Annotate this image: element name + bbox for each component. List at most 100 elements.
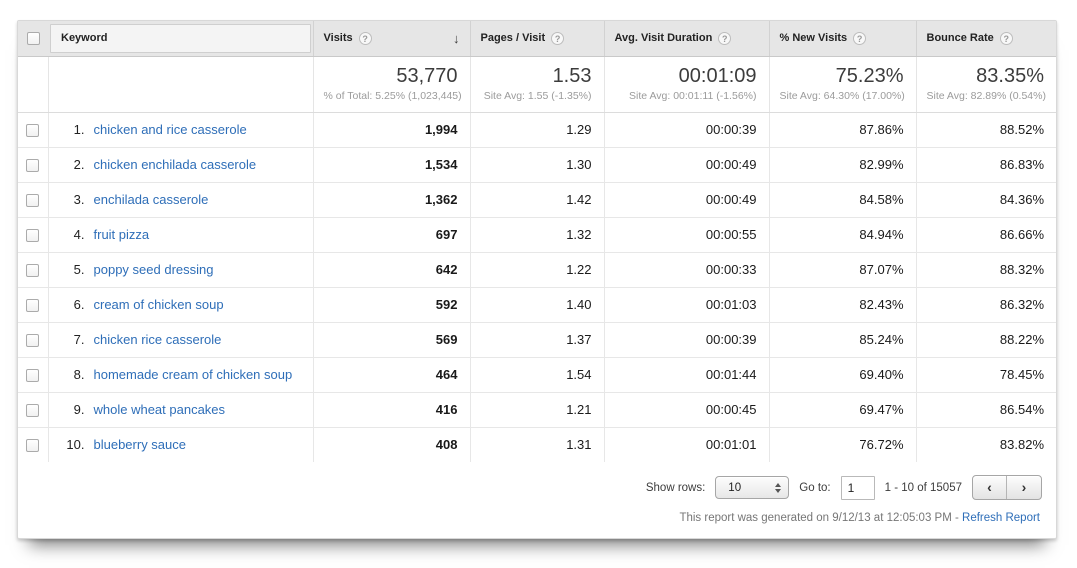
summary-bounce-subtext: Site Avg: 82.89% (0.54%) [927, 90, 1045, 102]
row-checkbox[interactable] [26, 124, 39, 137]
summary-pages-cell: 1.53 Site Avg: 1.55 (-1.35%) [470, 56, 604, 112]
bounce-rate-cell: 83.82% [916, 427, 1056, 462]
generated-text: This report was generated on 9/12/13 at … [679, 512, 962, 524]
keyword-link[interactable]: fruit pizza [94, 227, 150, 242]
keywords-report-panel: Keyword Visits ? ↓ Pages / Visit ? [17, 20, 1057, 539]
visits-cell: 408 [313, 427, 470, 462]
summary-bounce-cell: 83.35% Site Avg: 82.89% (0.54%) [916, 56, 1056, 112]
pagination-bar: Show rows: 10 Go to: 1 - 10 of 15057 ‹ › [18, 462, 1056, 504]
refresh-report-link[interactable]: Refresh Report [962, 512, 1040, 524]
keyword-link[interactable]: enchilada casserole [94, 192, 209, 207]
row-checkbox[interactable] [26, 229, 39, 242]
goto-page-input[interactable] [841, 476, 875, 500]
avg-visit-duration-cell: 00:00:39 [604, 112, 769, 147]
table-row: 6. cream of chicken soup 592 1.40 00:01:0… [18, 287, 1056, 322]
primary-dimension-box[interactable]: Keyword [50, 24, 311, 53]
avg-visit-duration-cell: 00:00:39 [604, 322, 769, 357]
help-icon[interactable]: ? [359, 32, 372, 45]
summary-new-visits-subtext: Site Avg: 64.30% (17.00%) [780, 90, 904, 102]
summary-pages-subtext: Site Avg: 1.55 (-1.35%) [481, 90, 592, 102]
column-header-keyword[interactable]: Keyword [48, 21, 313, 56]
summary-empty-cell [48, 56, 313, 112]
keyword-link[interactable]: whole wheat pancakes [94, 402, 226, 417]
row-checkbox[interactable] [26, 404, 39, 417]
pct-new-visits-cell: 85.24% [769, 322, 916, 357]
keyword-link[interactable]: blueberry sauce [94, 437, 187, 452]
summary-new-visits-cell: 75.23% Site Avg: 64.30% (17.00%) [769, 56, 916, 112]
avg-visit-duration-cell: 00:01:01 [604, 427, 769, 462]
summary-row: 53,770 % of Total: 5.25% (1,023,445) 1.5… [18, 56, 1056, 112]
table-row: 2.chicken enchilada casserole 1,534 1.30… [18, 147, 1056, 182]
row-rank: 5. [59, 262, 85, 277]
bounce-rate-cell: 86.66% [916, 217, 1056, 252]
row-checkbox[interactable] [26, 264, 39, 277]
help-icon[interactable]: ? [853, 32, 866, 45]
keyword-link[interactable]: homemade cream of chicken soup [94, 367, 293, 382]
row-checkbox[interactable] [26, 334, 39, 347]
table-row: 3.enchilada casserole 1,362 1.42 00:00:4… [18, 182, 1056, 217]
select-all-checkbox[interactable] [27, 32, 40, 45]
pages-per-visit-cell: 1.40 [470, 287, 604, 322]
pct-new-visits-cell: 82.99% [769, 147, 916, 182]
keyword-link[interactable]: cream of chicken soup [94, 297, 224, 312]
summary-visits-cell: 53,770 % of Total: 5.25% (1,023,445) [313, 56, 470, 112]
keyword-link[interactable]: poppy seed dressing [94, 262, 214, 277]
pct-new-visits-cell: 87.07% [769, 252, 916, 287]
summary-empty-cell [18, 56, 48, 112]
help-icon[interactable]: ? [718, 32, 731, 45]
row-checkbox[interactable] [26, 194, 39, 207]
pct-new-visits-cell: 84.58% [769, 182, 916, 217]
table-row: 1.chicken and rice casserole 1,994 1.29 … [18, 112, 1056, 147]
select-stepper-icon [775, 483, 781, 493]
avg-visit-duration-cell: 00:00:49 [604, 182, 769, 217]
avg-visit-duration-cell: 00:00:45 [604, 392, 769, 427]
row-checkbox[interactable] [26, 439, 39, 452]
visits-cell: 416 [313, 392, 470, 427]
row-rank: 6. [59, 297, 85, 312]
help-icon[interactable]: ? [1000, 32, 1013, 45]
column-header-avg-visit-duration[interactable]: Avg. Visit Duration ? [604, 21, 769, 56]
keyword-link[interactable]: chicken rice casserole [94, 332, 222, 347]
column-label-keyword: Keyword [61, 32, 107, 44]
keyword-link[interactable]: chicken enchilada casserole [94, 157, 257, 172]
row-checkbox[interactable] [26, 299, 39, 312]
show-rows-label: Show rows: [646, 482, 705, 494]
visits-cell: 1,362 [313, 182, 470, 217]
table-header-row: Keyword Visits ? ↓ Pages / Visit ? [18, 21, 1056, 56]
avg-visit-duration-cell: 00:00:49 [604, 147, 769, 182]
column-label-visits: Visits [324, 32, 353, 44]
row-checkbox[interactable] [26, 369, 39, 382]
table-row: 7.chicken rice casserole 569 1.37 00:00:… [18, 322, 1056, 357]
report-generated-line: This report was generated on 9/12/13 at … [18, 504, 1056, 532]
show-rows-select[interactable]: 10 [715, 476, 789, 499]
pct-new-visits-cell: 76.72% [769, 427, 916, 462]
table-row: 5.poppy seed dressing 642 1.22 00:00:33 … [18, 252, 1056, 287]
column-header-pct-new-visits[interactable]: % New Visits ? [769, 21, 916, 56]
summary-bounce-value: 83.35% [927, 65, 1045, 87]
keywords-table: Keyword Visits ? ↓ Pages / Visit ? [18, 21, 1056, 462]
keyword-link[interactable]: chicken and rice casserole [94, 122, 247, 137]
pager-buttons: ‹ › [972, 475, 1042, 500]
visits-cell: 1,994 [313, 112, 470, 147]
row-checkbox[interactable] [26, 159, 39, 172]
column-header-bounce-rate[interactable]: Bounce Rate ? [916, 21, 1056, 56]
avg-visit-duration-cell: 00:00:33 [604, 252, 769, 287]
sort-descending-icon: ↓ [453, 31, 460, 46]
bounce-rate-cell: 88.52% [916, 112, 1056, 147]
visits-cell: 592 [313, 287, 470, 322]
next-page-button[interactable]: › [1007, 476, 1041, 499]
previous-page-button[interactable]: ‹ [973, 476, 1007, 499]
pct-new-visits-cell: 84.94% [769, 217, 916, 252]
goto-label: Go to: [799, 482, 830, 494]
column-header-pages-per-visit[interactable]: Pages / Visit ? [470, 21, 604, 56]
bounce-rate-cell: 84.36% [916, 182, 1056, 217]
table-row: 4.fruit pizza 697 1.32 00:00:55 84.94% 8… [18, 217, 1056, 252]
pages-per-visit-cell: 1.22 [470, 252, 604, 287]
summary-visits-subtext: % of Total: 5.25% (1,023,445) [324, 90, 458, 102]
avg-visit-duration-cell: 00:01:03 [604, 287, 769, 322]
help-icon[interactable]: ? [551, 32, 564, 45]
pages-per-visit-cell: 1.31 [470, 427, 604, 462]
column-header-visits[interactable]: Visits ? ↓ [313, 21, 470, 56]
visits-cell: 1,534 [313, 147, 470, 182]
column-label-bounce-rate: Bounce Rate [927, 32, 994, 44]
